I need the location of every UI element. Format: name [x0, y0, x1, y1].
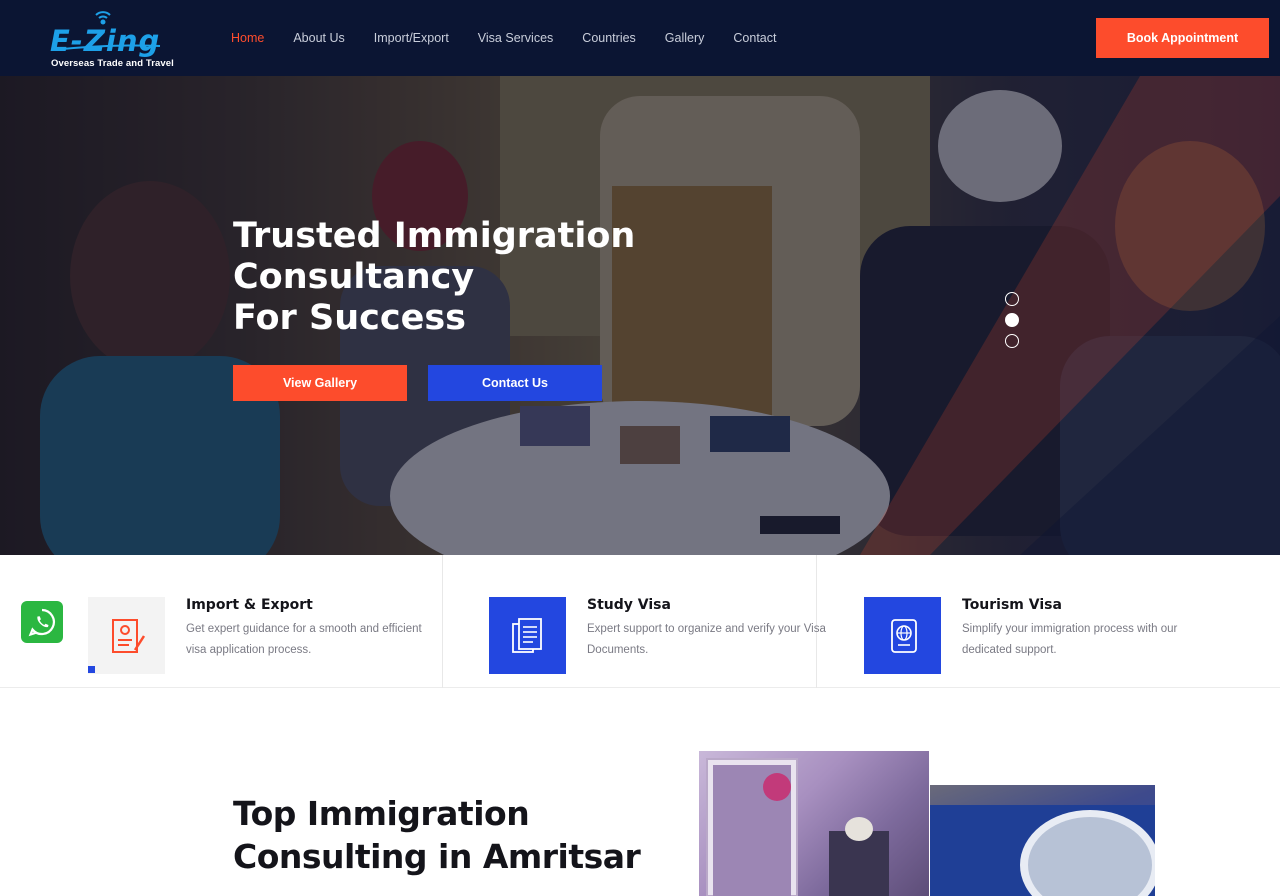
book-appointment-button[interactable]: Book Appointment — [1096, 18, 1269, 58]
service-card-icon[interactable] — [88, 597, 165, 674]
site-header: E-Zing Overseas Trade and Travel Home Ab… — [0, 0, 1280, 76]
service-card-icon[interactable] — [864, 597, 941, 674]
about-photo-expo — [699, 751, 929, 896]
hero-slider: Trusted Immigration Consultancy For Succ… — [0, 76, 1280, 555]
passport-icon — [890, 618, 917, 653]
whatsapp-icon — [28, 608, 55, 637]
hero-title: Trusted Immigration Consultancy For Succ… — [233, 216, 653, 339]
about-title: Top Immigration Consulting in Amritsar — [233, 792, 653, 878]
nav-import-export[interactable]: Import/Export — [374, 31, 449, 45]
hero-title-line: Trusted Immigration — [233, 216, 636, 256]
slider-dot-active[interactable] — [1005, 313, 1019, 327]
main-nav: Home About Us Import/Export Visa Service… — [231, 31, 805, 45]
logo-swoosh — [51, 44, 161, 51]
nav-home[interactable]: Home — [231, 31, 264, 45]
documents-icon — [511, 617, 542, 653]
expo-photo-graphic — [706, 758, 889, 896]
nav-contact[interactable]: Contact — [733, 31, 776, 45]
divider — [442, 555, 443, 688]
nav-gallery[interactable]: Gallery — [665, 31, 705, 45]
hero-title-line: Consultancy — [233, 257, 475, 297]
services-strip: Import & Export Get expert guidance for … — [0, 555, 1280, 688]
fair-photo-graphic — [930, 805, 1155, 896]
certificate-icon — [111, 618, 145, 653]
service-title-tourism-visa[interactable]: Tourism Visa — [962, 597, 1062, 613]
active-indicator — [88, 666, 95, 673]
about-photo-fair — [930, 785, 1155, 896]
service-title-study-visa[interactable]: Study Visa — [587, 597, 671, 613]
site-logo[interactable]: E-Zing Overseas Trade and Travel — [50, 10, 174, 70]
logo-tagline: Overseas Trade and Travel — [51, 58, 174, 69]
service-desc-study-visa: Expert support to organize and verify yo… — [587, 623, 826, 656]
logo-wordmark: E-Zing — [50, 24, 161, 58]
whatsapp-button[interactable] — [21, 601, 63, 643]
nav-countries[interactable]: Countries — [582, 31, 636, 45]
slider-pagination — [1005, 292, 1019, 355]
service-desc-import-export: Get expert guidance for a smooth and eff… — [186, 623, 422, 656]
about-title-line: Consulting in Amritsar — [233, 837, 641, 876]
service-desc-tourism-visa: Simplify your immigration process with o… — [962, 623, 1178, 656]
slider-dot[interactable] — [1005, 292, 1019, 306]
about-title-line: Top Immigration — [233, 794, 530, 833]
contact-us-button[interactable]: Contact Us — [428, 365, 602, 401]
service-card-icon[interactable] — [489, 597, 566, 674]
nav-visa-services[interactable]: Visa Services — [478, 31, 554, 45]
slider-dot[interactable] — [1005, 334, 1019, 348]
hero-title-line: For Success — [233, 298, 467, 338]
nav-about-us[interactable]: About Us — [293, 31, 344, 45]
service-title-import-export[interactable]: Import & Export — [186, 597, 313, 613]
view-gallery-button[interactable]: View Gallery — [233, 365, 407, 401]
